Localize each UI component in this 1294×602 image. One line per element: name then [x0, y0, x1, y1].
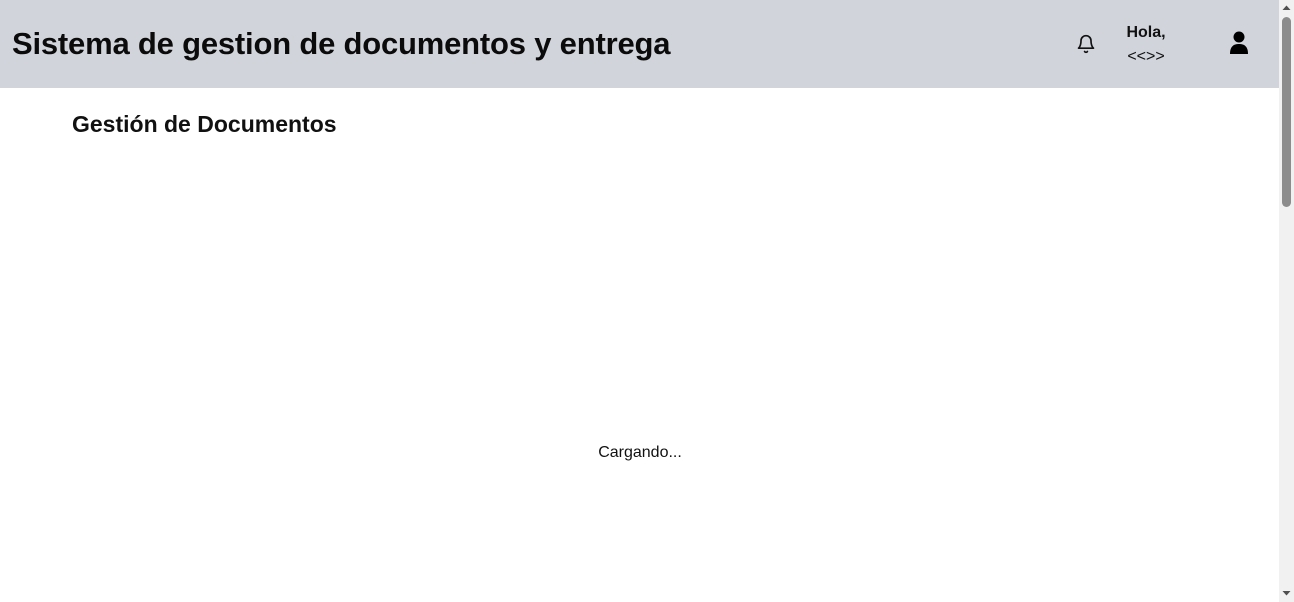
scrollbar-thumb[interactable] [1282, 17, 1291, 207]
app-page: Sistema de gestion de documentos y entre… [0, 0, 1294, 602]
user-greeting: Hola, <<>> [1122, 21, 1170, 69]
notifications-button[interactable] [1073, 31, 1099, 57]
content-area: Sistema de gestion de documentos y entre… [0, 0, 1279, 602]
scroll-up-arrow-icon[interactable] [1279, 0, 1294, 15]
loading-indicator: Cargando... [598, 444, 682, 461]
user-menu-button[interactable] [1225, 29, 1253, 57]
page-title: Gestión de Documentos [72, 111, 337, 137]
scroll-down-arrow-icon[interactable] [1279, 586, 1294, 601]
app-title: Sistema de gestion de documentos y entre… [12, 26, 671, 61]
user-name: <<>> [1127, 48, 1165, 65]
greeting-label: Hola, [1126, 24, 1166, 41]
user-icon [1230, 31, 1248, 54]
app-header: Sistema de gestion de documentos y entre… [0, 0, 1279, 88]
bell-icon [1077, 34, 1095, 54]
vertical-scrollbar[interactable] [1279, 0, 1294, 602]
